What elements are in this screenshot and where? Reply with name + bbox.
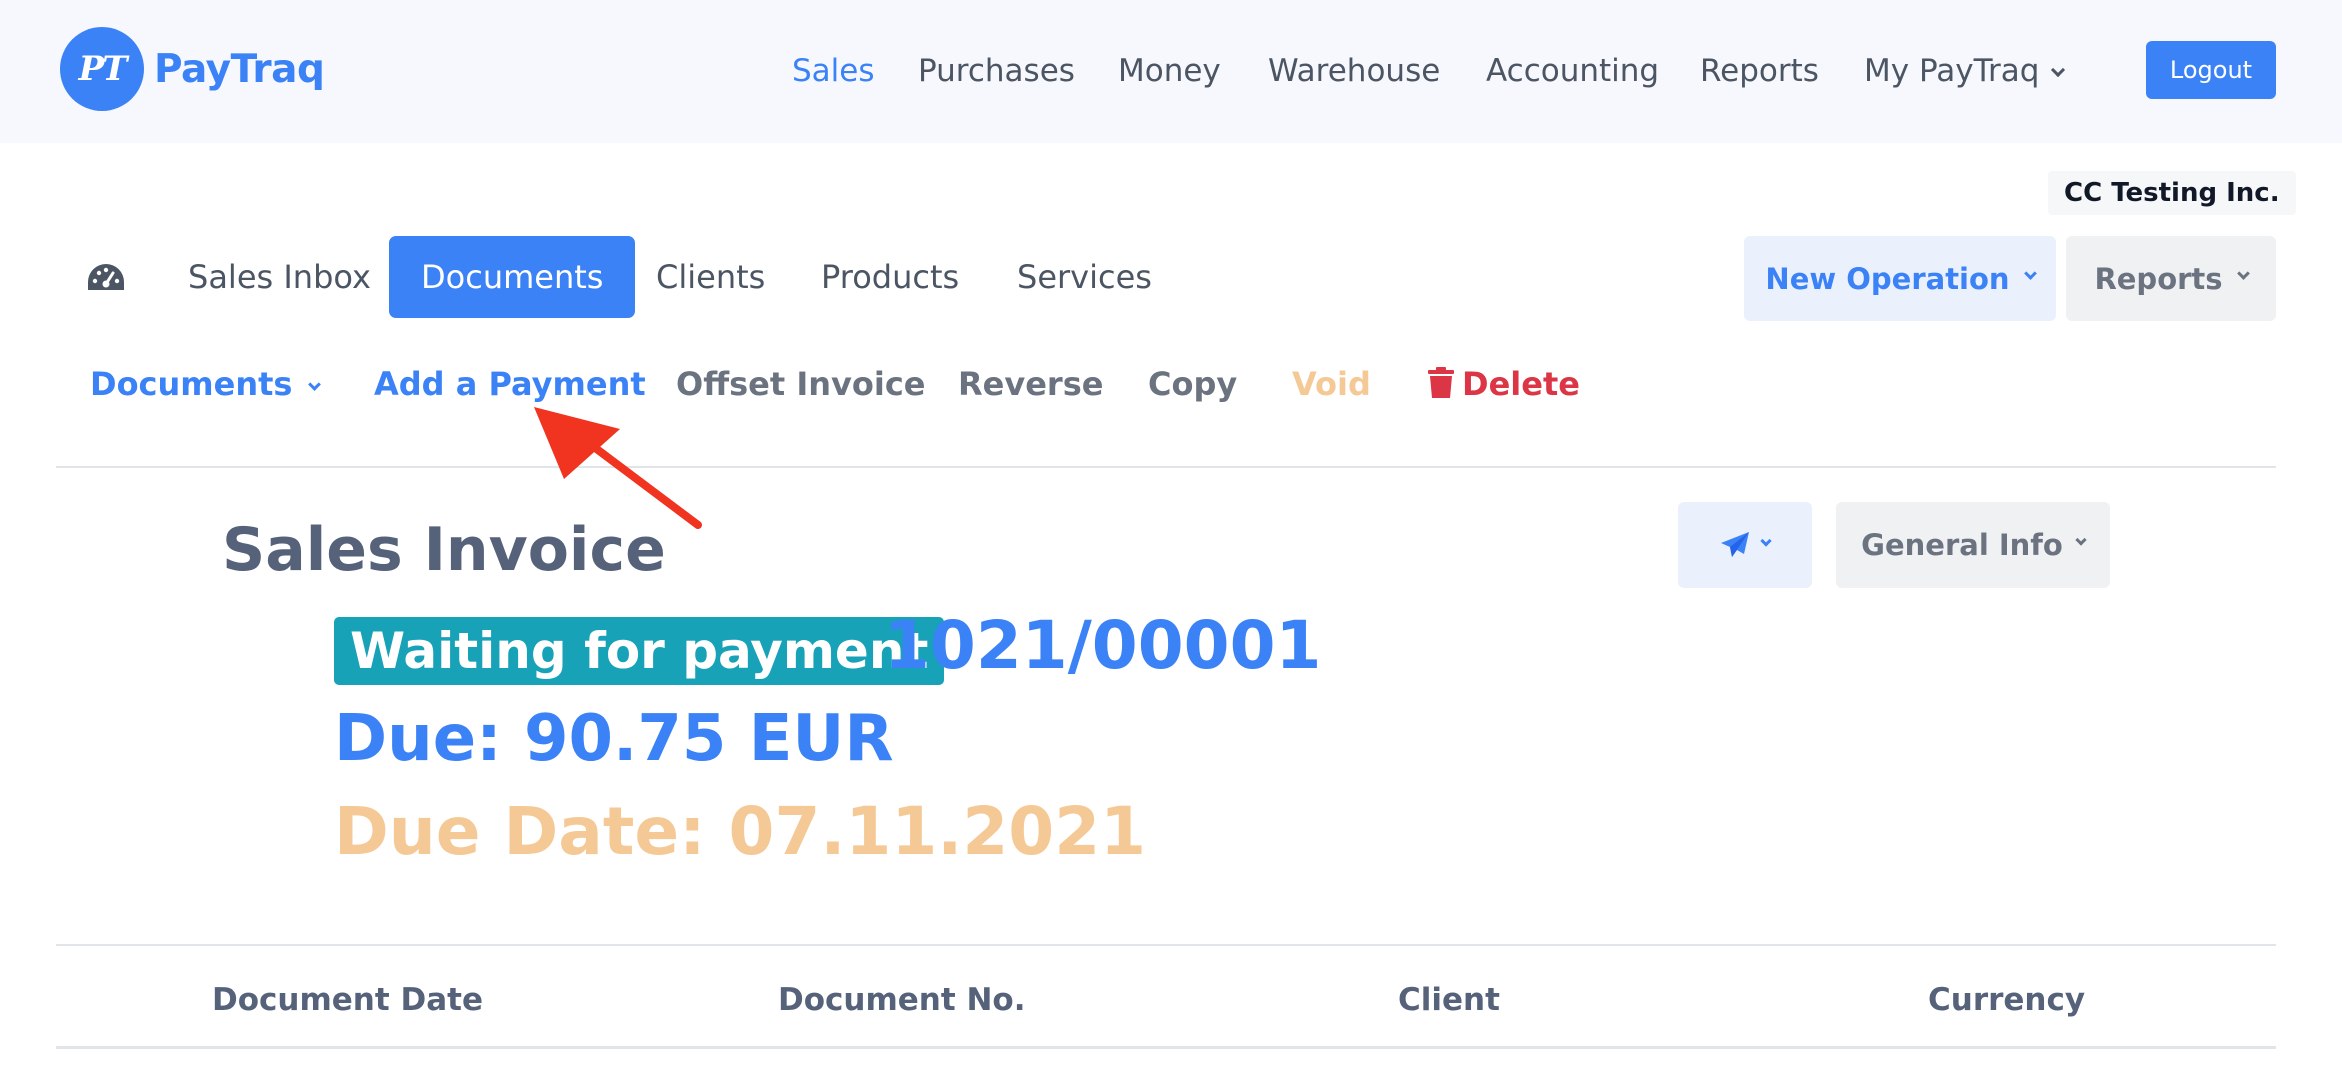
tab-sales-inbox[interactable]: Sales Inbox xyxy=(188,236,371,318)
amount-due: Due: 90.75 EUR xyxy=(334,702,894,776)
offset-invoice-link[interactable]: Offset Invoice xyxy=(676,362,925,406)
nav-reports[interactable]: Reports xyxy=(1700,48,1819,94)
due-date: Due Date: 07.11.2021 xyxy=(334,793,1147,870)
nav-money[interactable]: Money xyxy=(1118,48,1221,94)
documents-dropdown-label: Documents xyxy=(90,365,293,403)
void-link[interactable]: Void xyxy=(1292,362,1371,406)
new-operation-button[interactable]: New Operation xyxy=(1744,236,2056,321)
column-header-client[interactable]: Client xyxy=(1398,978,1500,1022)
dashboard-gauge-icon[interactable] xyxy=(86,262,126,292)
copy-link[interactable]: Copy xyxy=(1148,362,1237,406)
nav-my-paytraq[interactable]: My PayTraq xyxy=(1864,48,2066,94)
top-bar: PT PayTraq Sales Purchases Money Warehou… xyxy=(0,0,2342,143)
chevron-down-icon xyxy=(2075,534,2087,546)
logo-text: PayTraq xyxy=(154,46,325,92)
add-payment-link[interactable]: Add a Payment xyxy=(374,362,646,406)
document-number: 1021/00001 xyxy=(884,607,1322,684)
tab-services[interactable]: Services xyxy=(1017,236,1152,318)
column-header-currency[interactable]: Currency xyxy=(1928,978,2085,1022)
table-header-divider xyxy=(56,1046,2276,1049)
tab-clients[interactable]: Clients xyxy=(656,236,765,318)
tab-products[interactable]: Products xyxy=(821,236,959,318)
divider xyxy=(56,944,2276,946)
new-operation-label: New Operation xyxy=(1765,261,2010,296)
logout-button[interactable]: Logout xyxy=(2146,41,2276,99)
divider xyxy=(56,466,2276,468)
company-name: CC Testing Inc. xyxy=(2048,171,2296,215)
nav-accounting[interactable]: Accounting xyxy=(1486,48,1659,94)
chevron-down-icon xyxy=(2051,62,2066,78)
delete-link[interactable]: Delete xyxy=(1428,362,1580,406)
nav-purchases[interactable]: Purchases xyxy=(918,48,1075,94)
nav-my-paytraq-label: My PayTraq xyxy=(1864,53,2040,89)
send-button[interactable] xyxy=(1678,502,1812,588)
chevron-down-icon xyxy=(1760,535,1772,547)
reports-button[interactable]: Reports xyxy=(2066,236,2276,321)
paper-plane-icon xyxy=(1721,532,1749,557)
chevron-down-icon xyxy=(2236,267,2250,280)
logo-mark: PT xyxy=(60,27,144,111)
paytraq-logo[interactable]: PT PayTraq xyxy=(60,27,325,111)
tab-documents[interactable]: Documents xyxy=(389,236,636,318)
chevron-down-icon xyxy=(2023,267,2037,280)
documents-dropdown[interactable]: Documents xyxy=(90,362,322,406)
nav-warehouse[interactable]: Warehouse xyxy=(1268,48,1440,94)
status-badge: Waiting for payment xyxy=(334,617,945,685)
page-title: Sales Invoice xyxy=(222,515,666,585)
delete-label: Delete xyxy=(1462,365,1580,403)
general-info-label: General Info xyxy=(1861,528,2063,562)
general-info-button[interactable]: General Info xyxy=(1836,502,2110,588)
nav-sales[interactable]: Sales xyxy=(792,48,875,94)
reverse-link[interactable]: Reverse xyxy=(958,362,1103,406)
column-header-document-no[interactable]: Document No. xyxy=(778,978,1026,1022)
column-header-document-date[interactable]: Document Date xyxy=(212,978,483,1022)
trash-icon xyxy=(1428,367,1454,398)
chevron-down-icon xyxy=(308,378,322,391)
reports-label: Reports xyxy=(2094,261,2223,296)
